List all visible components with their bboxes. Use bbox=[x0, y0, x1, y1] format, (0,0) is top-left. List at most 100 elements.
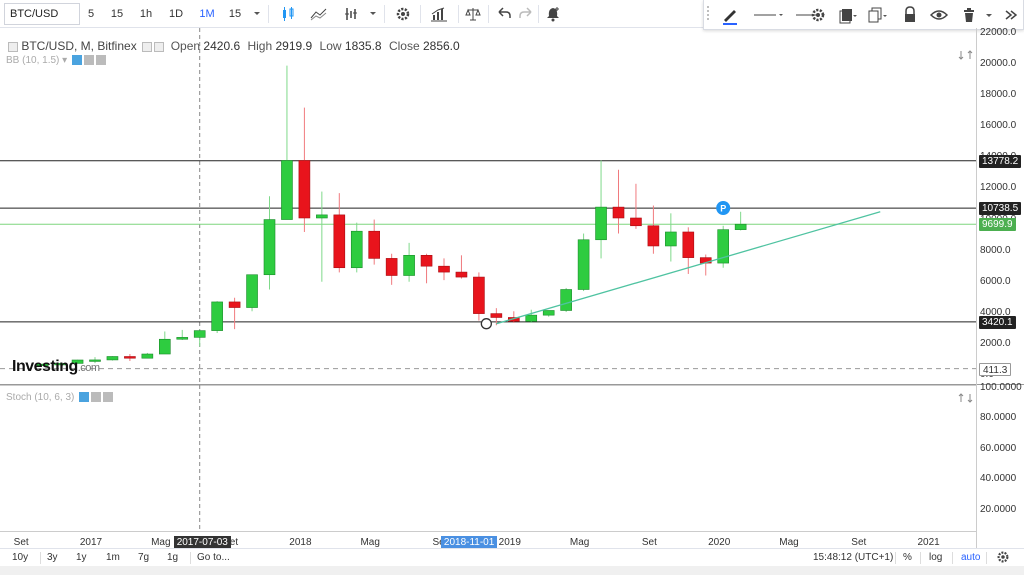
candle-body bbox=[420, 255, 433, 267]
close-value: 2856.0 bbox=[422, 39, 460, 53]
gear-icon[interactable] bbox=[83, 55, 94, 66]
candle-body bbox=[333, 214, 346, 269]
range-1y[interactable]: 1y bbox=[76, 551, 87, 565]
price-axis-label: 6000.0 bbox=[980, 275, 1011, 287]
price-axis-label: 12000.0 bbox=[980, 182, 1017, 194]
stoch-indicator-legend[interactable]: Stoch (10, 6, 3) bbox=[6, 392, 114, 404]
chevron-down-icon[interactable]: ▾ bbox=[62, 55, 67, 66]
pane-arrows-icon[interactable] bbox=[958, 393, 974, 403]
candle-body bbox=[106, 356, 119, 361]
candle-body bbox=[473, 276, 485, 314]
price-axis-label: 2000.0 bbox=[980, 337, 1011, 349]
log-toggle[interactable]: log bbox=[929, 551, 942, 565]
status-strip bbox=[0, 566, 1024, 575]
bottom-toolbar: 10y 3y 1y 1m 7g 1g Go to... 15:48:12 (UT… bbox=[0, 548, 1024, 566]
candle-body bbox=[647, 225, 660, 247]
low-value: 1835.8 bbox=[344, 39, 382, 53]
percent-toggle[interactable]: % bbox=[903, 551, 912, 565]
candle-body bbox=[281, 160, 293, 220]
stoch-indicator-label: Stoch (10, 6, 3) bbox=[6, 392, 75, 403]
candle-body bbox=[595, 206, 607, 241]
time-axis-border bbox=[0, 531, 976, 532]
candle-body bbox=[368, 230, 381, 259]
candle-body bbox=[612, 206, 625, 219]
price-level-tag: 3420.1 bbox=[979, 315, 1016, 329]
candle-body bbox=[734, 223, 747, 230]
stoch-axis-label: 100.0000 bbox=[980, 381, 1022, 393]
pane-arrows-icon[interactable] bbox=[958, 50, 974, 60]
high-value: 2919.9 bbox=[275, 39, 313, 53]
candle-body bbox=[438, 265, 450, 273]
candle-body bbox=[159, 338, 171, 355]
price-level-tag: 411.3 bbox=[979, 362, 1012, 376]
candle-body bbox=[316, 214, 328, 219]
investing-logo: Investing.com bbox=[12, 358, 100, 375]
low-label: Low bbox=[319, 39, 342, 53]
clock-timezone[interactable]: 15:48:12 (UTC+1) bbox=[813, 551, 893, 565]
stoch-axis-label: 40.0000 bbox=[980, 473, 1017, 485]
candle-body bbox=[298, 160, 311, 219]
candle-body bbox=[682, 231, 695, 258]
legend-title: BTC/USD, M, Bitfinex bbox=[21, 39, 137, 53]
gear-icon[interactable] bbox=[996, 550, 1010, 564]
candle-body bbox=[246, 274, 258, 308]
close-icon[interactable] bbox=[103, 392, 114, 403]
collapse-icon[interactable] bbox=[8, 41, 18, 52]
close-label: Close bbox=[388, 39, 420, 53]
price-axis-label: 18000.0 bbox=[980, 89, 1017, 101]
range-1m[interactable]: 1m bbox=[106, 551, 120, 565]
candle-body bbox=[193, 330, 206, 338]
range-3y[interactable]: 3y bbox=[47, 551, 58, 565]
candle-body bbox=[124, 356, 136, 359]
trendline-anchor-handle bbox=[480, 318, 493, 330]
candle-body bbox=[141, 353, 154, 359]
candle-body bbox=[525, 314, 538, 322]
candle-body bbox=[577, 239, 590, 290]
range-10y[interactable]: 10y bbox=[12, 551, 28, 565]
price-level-tag: 13778.2 bbox=[979, 154, 1022, 168]
candle-body bbox=[350, 230, 363, 269]
candle-body bbox=[542, 310, 555, 316]
price-level-tag: 9699.9 bbox=[979, 218, 1016, 232]
candle-body bbox=[403, 255, 415, 276]
candle-body bbox=[560, 289, 572, 311]
auto-toggle[interactable]: auto bbox=[961, 551, 980, 565]
stoch-axis-label: 80.0000 bbox=[980, 412, 1017, 424]
bb-indicator-label: BB (10, 1.5) bbox=[6, 55, 60, 66]
stoch-axis-label: 60.0000 bbox=[980, 442, 1017, 454]
open-value: 2420.6 bbox=[203, 39, 241, 53]
open-label: Open bbox=[170, 39, 201, 53]
bb-indicator-legend[interactable]: BB (10, 1.5) ▾ bbox=[6, 55, 106, 67]
price-chart[interactable]: P bbox=[0, 0, 1024, 548]
pane-divider[interactable] bbox=[0, 384, 1024, 385]
candle-body bbox=[490, 313, 503, 318]
price-axis-label: 22000.0 bbox=[980, 27, 1017, 38]
range-7g[interactable]: 7g bbox=[138, 551, 149, 565]
close-icon[interactable] bbox=[95, 55, 106, 66]
candle-body bbox=[630, 217, 642, 227]
price-axis-border bbox=[976, 28, 977, 548]
price-axis-label: 20000.0 bbox=[980, 58, 1017, 70]
candle-body bbox=[455, 271, 468, 278]
candle-body bbox=[228, 301, 241, 308]
hide-icon[interactable] bbox=[154, 41, 165, 52]
settings-icon[interactable] bbox=[142, 41, 153, 52]
candle-body bbox=[665, 231, 677, 247]
price-axis-label: 8000.0 bbox=[980, 244, 1011, 256]
gear-icon[interactable] bbox=[91, 392, 102, 403]
candle-body bbox=[176, 337, 189, 340]
eye-icon[interactable] bbox=[79, 392, 90, 403]
candle-body bbox=[385, 258, 398, 276]
candle-body bbox=[211, 301, 223, 331]
candle-body bbox=[263, 219, 276, 276]
chart-app: BTC/USD 5 15 1h 1D 1M 15 P BTC/USD, M, B… bbox=[0, 0, 1024, 575]
goto-button[interactable]: Go to... bbox=[197, 551, 230, 565]
chart-legend: BTC/USD, M, Bitfinex Open 2420.6 High 29… bbox=[6, 38, 464, 54]
range-1g[interactable]: 1g bbox=[167, 551, 178, 565]
eye-icon[interactable] bbox=[71, 55, 82, 66]
high-label: High bbox=[247, 39, 273, 53]
stoch-axis-label: 20.0000 bbox=[980, 503, 1017, 515]
price-level-tag: 10738.5 bbox=[979, 202, 1022, 216]
pivot-marker-label: P bbox=[720, 204, 726, 214]
price-axis-label: 16000.0 bbox=[980, 120, 1017, 132]
